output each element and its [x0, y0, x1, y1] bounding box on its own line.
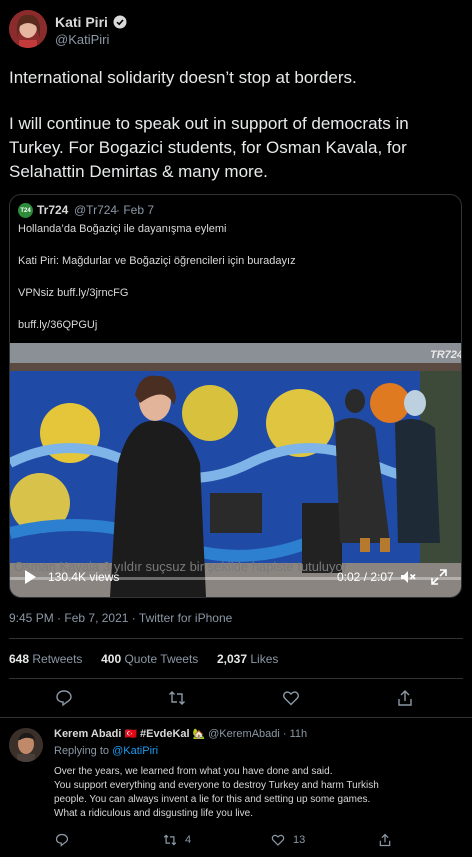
tweet-line: Turkey. For Bogazici students, for Osman… — [9, 138, 407, 157]
reply-line: You support everything and everyone to d… — [54, 780, 379, 791]
reply-like-count: 13 — [293, 834, 306, 846]
quotes-stat[interactable]: 400 Quote Tweets — [101, 652, 198, 666]
reply-text: Over the years, we learned from what you… — [54, 765, 466, 821]
likes-count: 2,037 — [216, 652, 248, 666]
retweet-icon[interactable] — [168, 689, 186, 707]
divider — [9, 678, 463, 679]
verified-badge-icon — [113, 15, 127, 29]
turkey-flag-icon: 🇹🇷 — [124, 729, 137, 740]
replying-to-link[interactable]: @KatiPiri — [112, 745, 158, 757]
play-icon[interactable] — [22, 569, 38, 585]
tweet-line: Selahattin Demirtas & many more. — [9, 162, 268, 181]
tweet-stats: 648 Retweets 400 Quote Tweets 2,037 Like… — [9, 652, 278, 666]
reply-retweet-icon[interactable] — [163, 833, 177, 847]
quote-date: · Feb 7 — [116, 203, 155, 217]
reply-time[interactable]: · 11h — [283, 728, 307, 740]
quotes-count: 400 — [101, 652, 122, 666]
quote-name: Tr724 — [37, 203, 69, 217]
quotes-label: Quote Tweets — [124, 652, 199, 666]
tweet-time[interactable]: 9:45 PM — [9, 611, 54, 625]
reply-line: people. You can always invent a lie for … — [54, 794, 371, 805]
tweet-line: I will continue to speak out in support … — [9, 114, 409, 133]
divider — [0, 717, 472, 718]
replying-to: Replying to @KatiPiri — [54, 745, 158, 757]
reply-icon[interactable] — [55, 689, 73, 707]
reply-line: Over the years, we learned from what you… — [54, 766, 333, 777]
like-icon[interactable] — [282, 689, 300, 707]
share-icon[interactable] — [396, 689, 414, 707]
video-player[interactable]: TR724 Osman Kavala 3 yıldır suçsuz bir ş… — [10, 343, 461, 597]
quote-line: buff.ly/36QPGUj — [18, 319, 98, 331]
reply-line: What a ridiculous and disgusting life yo… — [54, 808, 253, 819]
video-time: 0:02 / 2:07 — [337, 570, 394, 584]
retweets-label: Retweets — [32, 652, 83, 666]
author-handle[interactable]: @KatiPiri — [55, 32, 109, 47]
reply-avatar[interactable] — [9, 728, 43, 762]
retweets-count: 648 — [9, 652, 30, 666]
author-name[interactable]: Kati Piri — [55, 14, 108, 30]
video-channel-logo: TR724 — [430, 349, 461, 361]
tweet-meta: 9:45 PM · Feb 7, 2021 · Twitter for iPho… — [9, 611, 232, 625]
tweet-source[interactable]: Twitter for iPhone — [139, 611, 232, 625]
quoted-tweet-card[interactable]: T24 Tr724 @Tr724 · Feb 7 Hollanda’da Boğ… — [9, 194, 462, 598]
house-icon: 🏡 — [192, 729, 206, 740]
quote-line: VPNsiz buff.ly/3jrncFG — [18, 287, 129, 299]
quote-handle: @Tr724 — [74, 203, 118, 217]
tweet-date[interactable]: Feb 7, 2021 — [64, 611, 128, 625]
reply-handle[interactable]: @KeremAbadi — [208, 728, 280, 740]
mute-icon[interactable] — [399, 568, 417, 586]
quote-line: Hollanda’da Boğaziçi ile dayanışma eylem… — [18, 223, 227, 235]
author-avatar[interactable] — [9, 10, 47, 48]
reply-header: Kerem Abadi 🇹🇷 #EvdeKal 🏡 @KeremAbadi · … — [54, 728, 307, 740]
fullscreen-icon[interactable] — [430, 568, 448, 586]
reply-share-icon[interactable] — [378, 833, 392, 847]
tweet-line: International solidarity doesn’t stop at… — [9, 68, 357, 87]
quote-avatar: T24 — [18, 203, 33, 218]
meta-sep: · — [131, 611, 136, 625]
meta-sep: · — [57, 611, 62, 625]
reply-name[interactable]: Kerem Abadi — [54, 728, 121, 740]
likes-stat[interactable]: 2,037 Likes — [217, 652, 278, 666]
video-views: 130.4K views — [48, 570, 120, 584]
replying-to-label: Replying to — [54, 745, 110, 757]
reply-reply-icon[interactable] — [55, 833, 69, 847]
tweet-text: International solidarity doesn’t stop at… — [9, 66, 469, 184]
quote-line: Kati Piri: Mağdurlar ve Boğaziçi öğrenci… — [18, 255, 296, 267]
reply-name-tag: #EvdeKal — [140, 728, 190, 740]
divider — [9, 638, 463, 639]
reply-like-icon[interactable] — [271, 833, 285, 847]
reply-retweet-count: 4 — [185, 834, 192, 846]
likes-label: Likes — [250, 652, 279, 666]
retweets-stat[interactable]: 648 Retweets — [9, 652, 82, 666]
